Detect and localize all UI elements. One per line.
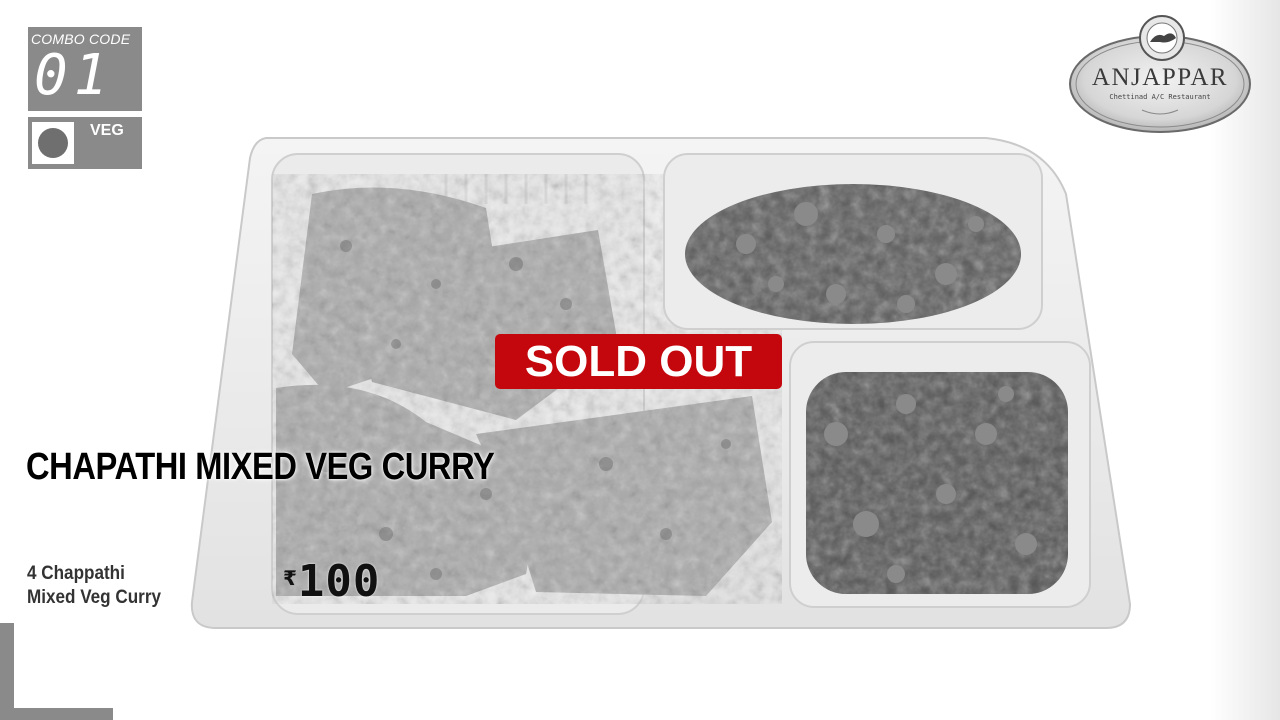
corner-bar-vertical [0, 623, 14, 720]
combo-code-badge: COMBO CODE 01 9 [28, 27, 193, 111]
sold-out-banner: SOLD OUT [495, 334, 782, 389]
corner-bar-horizontal [0, 708, 113, 720]
veg-badge: VEG [28, 117, 142, 169]
combo-code-number: 01 9 [34, 43, 193, 108]
veg-label: VEG [90, 122, 124, 139]
veg-dot-icon [38, 128, 68, 158]
item-price: ₹ 100 [283, 556, 380, 607]
anjappar-logo: ANJAPPAR Chettinad A/C Restaurant [1069, 15, 1251, 133]
svg-text:ANJAPPAR: ANJAPPAR [1092, 64, 1228, 91]
veg-indicator-icon [32, 122, 74, 164]
svg-text:Chettinad A/C Restaurant: Chettinad A/C Restaurant [1109, 93, 1210, 101]
item-title: CHAPATHI MIXED VEG CURRY [26, 446, 495, 488]
price-amount: 100 [297, 556, 381, 607]
item-description: 4 Chappathi Mixed Veg Curry [27, 562, 207, 610]
description-line: Mixed Veg Curry [27, 587, 162, 608]
description-line: 4 Chappathi [27, 563, 125, 584]
rupee-icon: ₹ [283, 566, 297, 590]
